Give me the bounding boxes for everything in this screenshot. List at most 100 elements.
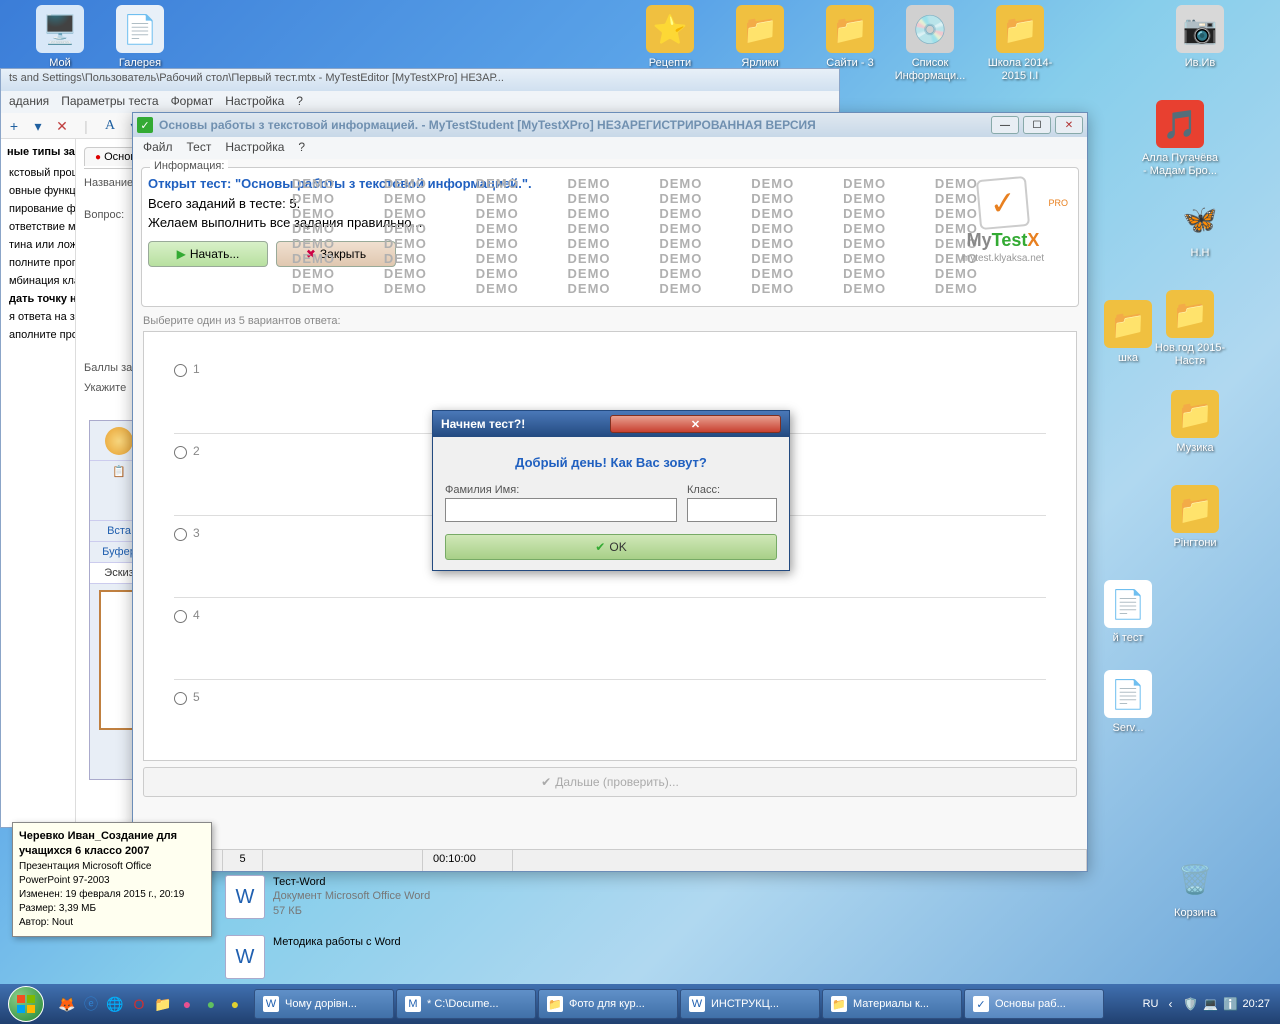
- taskbar-task[interactable]: M* C:\Docume...: [396, 989, 536, 1019]
- taskbar-task[interactable]: ✓Основы раб...: [964, 989, 1104, 1019]
- answer-row[interactable]: 5: [174, 680, 1046, 762]
- app3-icon[interactable]: ●: [200, 993, 222, 1015]
- font-icon[interactable]: A: [100, 116, 120, 136]
- file-type: Документ Microsoft Office Word: [273, 889, 430, 903]
- opera-icon[interactable]: O: [128, 993, 150, 1015]
- menu-item[interactable]: Настройка: [225, 94, 284, 108]
- file-item[interactable]: WМетодика работы с Word: [225, 935, 401, 979]
- menu-item[interactable]: ?: [296, 94, 303, 108]
- app2-icon[interactable]: ●: [176, 993, 198, 1015]
- answer-number: 3: [193, 526, 200, 540]
- taskbar-task[interactable]: 📁Материалы к...: [822, 989, 962, 1019]
- file-size: 57 КБ: [273, 904, 430, 918]
- sidebar-item[interactable]: кстовый проце: [7, 164, 69, 182]
- answer-radio[interactable]: [174, 364, 187, 377]
- desktop-icon[interactable]: 📁шка: [1088, 300, 1168, 365]
- dialog-close-button[interactable]: ✕: [610, 415, 781, 433]
- menu-item[interactable]: адания: [9, 94, 49, 108]
- desktop-icon[interactable]: 🖥️Мой: [20, 5, 100, 70]
- desktop-icon[interactable]: 📁Школа 2014-2015 І.І: [980, 5, 1060, 83]
- desktop-icon[interactable]: 🗑️Корзина: [1155, 855, 1235, 920]
- add-icon[interactable]: +: [4, 116, 24, 136]
- desktop-icon[interactable]: 🦋Н.Н: [1160, 195, 1240, 260]
- answer-radio[interactable]: [174, 528, 187, 541]
- menu-item[interactable]: Параметры теста: [61, 94, 158, 108]
- tray-network-icon[interactable]: 💻: [1202, 996, 1218, 1012]
- sidebar-item[interactable]: ответствие ме: [7, 218, 69, 236]
- down-icon[interactable]: ▾: [28, 116, 48, 136]
- start-button[interactable]: [4, 984, 48, 1024]
- ie-icon[interactable]: ⓔ: [80, 993, 102, 1015]
- file-tooltip: Черевко Иван_Создание для учащихся 6 кла…: [12, 822, 212, 937]
- clock[interactable]: 20:27: [1242, 998, 1270, 1010]
- editor-title: ts and Settings\Пользователь\Рабочий сто…: [1, 69, 839, 91]
- remove-icon[interactable]: ✕: [52, 116, 72, 136]
- menu-item[interactable]: Настройка: [225, 140, 284, 154]
- answer-row[interactable]: 4: [174, 598, 1046, 680]
- editor-sidebar: ные типы зада кстовый процеовные функцип…: [1, 139, 76, 827]
- tray-arrow-icon[interactable]: ‹: [1162, 996, 1178, 1012]
- icon-label: Serv...: [1088, 722, 1168, 735]
- desktop-icon[interactable]: 📷Ив.Ив: [1160, 5, 1240, 70]
- taskbar-task[interactable]: WЧому дорівн...: [254, 989, 394, 1019]
- sidebar-item[interactable]: пирование фра: [7, 200, 69, 218]
- maximize-button[interactable]: ☐: [1023, 116, 1051, 134]
- close-test-button[interactable]: ✖Закрыть: [276, 241, 396, 267]
- icon-label: Список Информаци...: [890, 57, 970, 83]
- desktop-icon[interactable]: 📁Рінгтони: [1155, 485, 1235, 550]
- minimize-button[interactable]: —: [991, 116, 1019, 134]
- status-bar: Тест выбран 5 00:10:00: [133, 849, 1087, 871]
- lang-indicator[interactable]: RU: [1143, 998, 1159, 1010]
- chrome-icon[interactable]: 🌐: [104, 993, 126, 1015]
- answer-radio[interactable]: [174, 610, 187, 623]
- desktop-icon[interactable]: 📁Музика: [1155, 390, 1235, 455]
- office-icon: [105, 427, 133, 455]
- file-item[interactable]: WТест-WordДокумент Microsoft Office Word…: [225, 875, 430, 919]
- desktop-icon[interactable]: 📄й тест: [1088, 580, 1168, 645]
- folder-icon: 🗑️: [1171, 855, 1219, 903]
- sidebar-item[interactable]: тина или ложь: [7, 236, 69, 254]
- next-button[interactable]: ✔ Дальше (проверить)...: [143, 767, 1077, 797]
- desktop-icon[interactable]: 📄 Serv...: [1088, 670, 1168, 735]
- class-input[interactable]: [687, 498, 777, 522]
- menu-item[interactable]: Файл: [143, 140, 173, 154]
- name-input[interactable]: [445, 498, 677, 522]
- answer-number: 1: [193, 362, 200, 376]
- folder-icon: 📄: [1104, 670, 1152, 718]
- sidebar-item[interactable]: овные функци: [7, 182, 69, 200]
- desktop-icon[interactable]: 💿Список Информаци...: [890, 5, 970, 83]
- sidebar-item[interactable]: мбинация клав: [7, 272, 69, 290]
- app-icon[interactable]: 📁: [152, 993, 174, 1015]
- taskbar-task[interactable]: WИНСТРУКЦ...: [680, 989, 820, 1019]
- app4-icon[interactable]: ●: [224, 993, 246, 1015]
- menu-item[interactable]: Формат: [171, 94, 214, 108]
- menu-item[interactable]: ?: [298, 140, 305, 154]
- icon-label: Алла Пугачёва - Мадам Бро...: [1140, 152, 1220, 178]
- desktop-icon[interactable]: ⭐Рецепти: [630, 5, 710, 70]
- tray-shield-icon[interactable]: 🛡️: [1182, 996, 1198, 1012]
- desktop-icon[interactable]: 📄Галерея: [100, 5, 180, 70]
- system-tray: RU ‹ 🛡️ 💻 ℹ️ 20:27: [1143, 996, 1276, 1012]
- desktop-icon[interactable]: 🎵Алла Пугачёва - Мадам Бро...: [1140, 100, 1220, 178]
- answer-radio[interactable]: [174, 692, 187, 705]
- task-icon: M: [405, 996, 421, 1012]
- desktop-icon[interactable]: 📁Ярлики: [720, 5, 800, 70]
- word-doc-icon: W: [225, 875, 265, 919]
- answer-number: 2: [193, 444, 200, 458]
- tray-info-icon[interactable]: ℹ️: [1222, 996, 1238, 1012]
- sidebar-item[interactable]: дать точку н: [7, 290, 69, 308]
- taskbar-task[interactable]: 📁Фото для кур...: [538, 989, 678, 1019]
- firefox-icon[interactable]: 🦊: [56, 993, 78, 1015]
- play-icon: ▶: [177, 247, 186, 261]
- task-label: Чому дорівн...: [285, 998, 357, 1010]
- ok-button[interactable]: ✔OK: [445, 534, 777, 560]
- sidebar-item[interactable]: я ответа на за: [7, 308, 69, 326]
- answer-radio[interactable]: [174, 446, 187, 459]
- start-button[interactable]: ▶Начать...: [148, 241, 268, 267]
- sidebar-item[interactable]: полните пропу: [7, 254, 69, 272]
- menu-item[interactable]: Тест: [187, 140, 212, 154]
- sidebar-item[interactable]: аполните проп: [7, 326, 69, 344]
- editor-menu: адания Параметры теста Формат Настройка?: [1, 91, 839, 113]
- desktop-icon[interactable]: 📁Сайти - 3: [810, 5, 890, 70]
- close-button[interactable]: ✕: [1055, 116, 1083, 134]
